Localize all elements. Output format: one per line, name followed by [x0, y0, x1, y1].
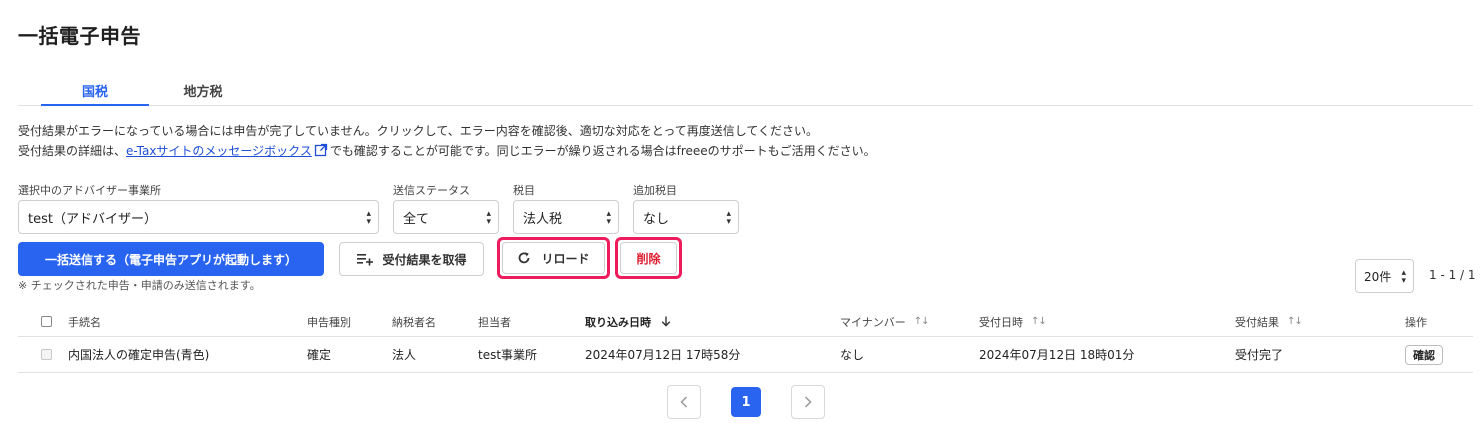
table-header: 手続名 申告種別 納税者名 担当者 取り込み日時 マイナンバー ↑↓ 受付日時 … — [18, 307, 1473, 337]
col-received-at[interactable]: 受付日時 ↑↓ — [979, 307, 1047, 336]
tab-local-tax[interactable]: 地方税 — [149, 76, 257, 106]
chevron-right-icon — [804, 396, 812, 408]
col-result[interactable]: 受付結果 ↑↓ — [1235, 307, 1303, 336]
sort-icon: ↑↓ — [913, 316, 930, 327]
notice-line-2-prefix: 受付結果の詳細は、 — [18, 144, 127, 158]
tax-item-select[interactable]: 法人税 ▴ ▾ — [513, 200, 619, 234]
tab-national-tax[interactable]: 国税 — [41, 76, 149, 106]
select-arrows-icon: ▴ ▾ — [726, 209, 731, 227]
advisor-label: 選択中のアドバイザー事業所 — [18, 184, 161, 197]
additional-tax-select[interactable]: なし ▴ ▾ — [633, 200, 739, 234]
notice-line-2-suffix: でも確認することが可能です。同じエラーが繰り返される場合はfreeeのサポートも… — [329, 144, 876, 158]
sort-icon: ↑↓ — [1287, 316, 1303, 327]
select-arrows-icon: ▴ ▾ — [606, 209, 611, 227]
per-page-select[interactable]: 20件 ▴ ▾ — [1355, 259, 1414, 293]
col-imported-at-label: 取り込み日時 — [585, 315, 651, 329]
etax-messagebox-link[interactable]: e-Taxサイトのメッセージボックス — [126, 144, 312, 158]
per-page-value: 20件 — [1364, 269, 1392, 284]
row-imported-at: 2024年07月12日 17時58分 — [585, 348, 741, 362]
sort-icon: ↑↓ — [1031, 316, 1047, 327]
reload-label: リロード — [541, 251, 590, 266]
row-type: 確定 — [307, 348, 332, 362]
status-select[interactable]: 全て ▴ ▾ — [393, 200, 499, 234]
next-page-button[interactable] — [791, 385, 825, 419]
status-label: 送信ステータス — [393, 184, 470, 197]
chevron-left-icon — [680, 396, 688, 408]
col-taxpayer: 納税者名 — [392, 315, 436, 329]
col-received-at-label: 受付日時 — [979, 315, 1023, 329]
fetch-results-button[interactable]: 受付結果を取得 — [339, 242, 484, 276]
col-type: 申告種別 — [307, 315, 351, 329]
row-procedure: 内国法人の確定申告(青色) — [68, 348, 210, 362]
send-note: ※ チェックされた申告・申請のみ送信されます。 — [18, 279, 261, 292]
fetch-results-label: 受付結果を取得 — [382, 252, 467, 267]
select-all-checkbox[interactable] — [41, 316, 52, 327]
status-select-value: 全て — [403, 211, 430, 227]
select-arrows-icon: ▴ ▾ — [366, 209, 371, 227]
col-operation: 操作 — [1405, 315, 1427, 329]
col-result-label: 受付結果 — [1235, 315, 1279, 329]
prev-page-button[interactable] — [667, 385, 701, 419]
col-my-number-label: マイナンバー — [840, 315, 906, 329]
arrow-down-icon — [661, 316, 671, 327]
bulk-send-button[interactable]: 一括送信する（電子申告アプリが起動します） — [18, 242, 324, 276]
refresh-icon — [517, 251, 531, 265]
result-range: 1 - 1 / 1 — [1429, 268, 1476, 282]
row-checkbox — [41, 349, 52, 360]
col-imported-at[interactable]: 取り込み日時 — [585, 307, 671, 336]
page-1-button[interactable]: 1 — [731, 387, 761, 417]
col-assignee: 担当者 — [478, 315, 511, 329]
row-assignee: test事業所 — [478, 348, 538, 362]
col-my-number[interactable]: マイナンバー ↑↓ — [840, 307, 930, 336]
reload-button[interactable]: リロード — [502, 242, 605, 274]
row-my-number: なし — [840, 348, 865, 362]
col-procedure: 手続名 — [68, 315, 101, 329]
confirm-button[interactable]: 確認 — [1405, 344, 1443, 365]
tab-bar: 国税 地方税 — [18, 76, 1473, 106]
list-add-icon — [356, 252, 374, 266]
select-arrows-icon: ▴ ▾ — [486, 209, 491, 227]
tax-item-select-value: 法人税 — [523, 211, 563, 227]
notice-line-2: 受付結果の詳細は、e-Taxサイトのメッセージボックス でも確認することが可能です… — [18, 142, 876, 160]
page-title: 一括電子申告 — [18, 24, 141, 48]
external-link-icon[interactable] — [314, 143, 328, 160]
select-arrows-icon: ▴ ▾ — [1401, 268, 1406, 286]
advisor-select[interactable]: test（アドバイザー） ▴ ▾ — [18, 200, 379, 234]
additional-tax-label: 追加税目 — [633, 184, 677, 197]
tax-item-label: 税目 — [513, 184, 535, 197]
advisor-select-value: test（アドバイザー） — [28, 211, 157, 227]
table-row: 内国法人の確定申告(青色) 確定 法人 test事業所 2024年07月12日 … — [18, 337, 1473, 373]
notice-line-1: 受付結果がエラーになっている場合には申告が完了していません。クリックして、エラー… — [18, 124, 819, 138]
row-result: 受付完了 — [1235, 348, 1284, 362]
row-taxpayer: 法人 — [392, 348, 417, 362]
additional-tax-select-value: なし — [643, 211, 670, 227]
delete-button[interactable]: 削除 — [620, 242, 677, 274]
row-received-at: 2024年07月12日 18時01分 — [979, 348, 1135, 362]
